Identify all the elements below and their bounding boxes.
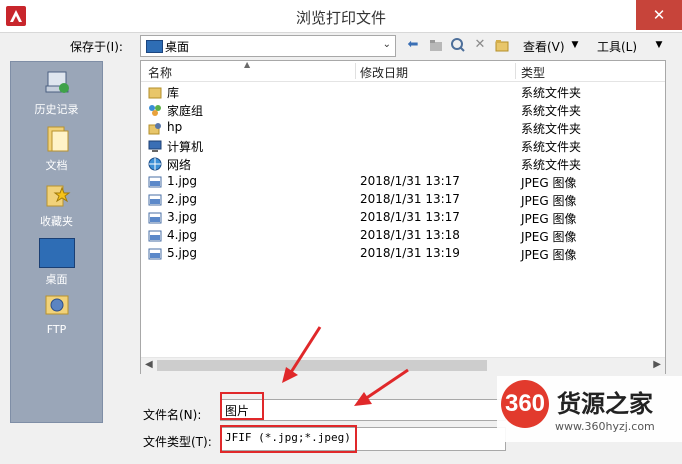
save-in-label: 保存于(I):	[70, 40, 123, 54]
annotation-highlight-filetype	[220, 425, 357, 453]
file-row[interactable]: 网络 系统文件夹	[141, 155, 665, 173]
close-button[interactable]: ✕	[636, 0, 682, 30]
file-row[interactable]: 2.jpg 2018/1/31 13:17 JPEG 图像	[141, 191, 665, 209]
file-type: JPEG 图像	[521, 194, 577, 208]
scroll-right-icon[interactable]: ▶	[653, 359, 661, 370]
place-label: 文档	[45, 159, 68, 172]
places-sidebar: 历史记录 文档 收藏夹 桌面 FTP	[10, 61, 103, 423]
file-row[interactable]: 库 系统文件夹	[141, 83, 665, 101]
location-value: 桌面	[165, 40, 190, 54]
desktop-icon	[38, 238, 75, 268]
file-date: 2018/1/31 13:17	[360, 174, 460, 188]
place-favorites[interactable]: 收藏夹	[11, 180, 102, 229]
image-file-icon	[148, 247, 162, 261]
file-type: 系统文件夹	[521, 158, 582, 172]
file-type: 系统文件夹	[521, 140, 582, 154]
file-date: 2018/1/31 13:17	[360, 192, 460, 206]
file-name: 2.jpg	[167, 192, 198, 206]
computer-icon	[148, 139, 162, 153]
place-ftp[interactable]: FTP	[11, 290, 102, 336]
watermark-text: 货源之家	[557, 390, 653, 418]
file-type: JPEG 图像	[521, 248, 577, 262]
title-bar: 浏览打印文件 ✕	[0, 0, 682, 33]
window-title: 浏览打印文件	[295, 9, 386, 27]
place-label: 桌面	[45, 273, 68, 286]
file-name: 1.jpg	[167, 174, 198, 188]
annotation-highlight-filename	[220, 392, 264, 420]
column-header-date[interactable]: 修改日期	[360, 64, 408, 81]
desktop-icon	[146, 40, 163, 53]
sort-ascending-icon: ▲	[244, 60, 251, 69]
file-type: 系统文件夹	[521, 122, 582, 136]
history-icon	[42, 68, 72, 98]
file-list[interactable]: ▲ 名称 修改日期 类型 库系统文件夹 家庭组 系统文件夹 hp 系统文件夹 计算机 系统文…	[140, 60, 666, 374]
file-date: 2018/1/31 13:18	[360, 228, 460, 242]
file-type: JPEG 图像	[521, 230, 577, 244]
file-date: 2018/1/31 13:19	[360, 246, 460, 260]
file-type: JPEG 图像	[521, 212, 577, 226]
scroll-left-icon[interactable]: ◀	[145, 359, 153, 370]
back-arrow-icon[interactable]: ⬅	[405, 37, 421, 53]
favorites-icon	[42, 180, 72, 210]
file-row[interactable]: 5.jpg 2018/1/31 13:19 JPEG 图像	[141, 245, 665, 263]
annotation-arrow-icon	[282, 326, 322, 383]
place-desktop[interactable]: 桌面	[11, 238, 102, 287]
location-dropdown[interactable]: 桌面 ⌄	[140, 35, 396, 57]
filename-label: 文件名(N):	[143, 408, 202, 422]
file-row[interactable]: 计算机 系统文件夹	[141, 137, 665, 155]
column-separator[interactable]	[515, 63, 516, 79]
chevron-down-icon: ⌄	[382, 39, 391, 50]
file-row[interactable]: 1.jpg 2018/1/31 13:17 JPEG 图像	[141, 173, 665, 191]
image-file-icon	[148, 193, 162, 207]
search-web-icon[interactable]	[450, 37, 466, 53]
view-menu[interactable]: 查看(V)	[523, 38, 565, 55]
file-type: 系统文件夹	[521, 86, 582, 100]
place-label: FTP	[46, 323, 67, 336]
view-chevron-down-icon[interactable]: ▼	[567, 37, 583, 53]
file-row[interactable]: 3.jpg 2018/1/31 13:17 JPEG 图像	[141, 209, 665, 227]
network-icon	[148, 157, 162, 171]
file-name: 家庭组	[167, 104, 204, 118]
place-label: 历史记录	[34, 103, 79, 116]
watermark-url: www.360hyzj.com	[555, 420, 655, 433]
file-type: JPEG 图像	[521, 176, 577, 190]
annotation-arrow-icon	[354, 368, 409, 406]
file-date: 2018/1/31 13:17	[360, 210, 460, 224]
filetype-label: 文件类型(T):	[143, 435, 212, 449]
place-documents[interactable]: 文档	[11, 124, 102, 173]
file-name: 4.jpg	[167, 228, 198, 242]
image-file-icon	[148, 229, 162, 243]
homegroup-icon	[148, 103, 162, 117]
file-name: 5.jpg	[167, 246, 198, 260]
file-type: 系统文件夹	[521, 104, 582, 118]
watermark: 360 货源之家 www.360hyzj.com	[497, 376, 682, 442]
image-file-icon	[148, 211, 162, 225]
column-header-type[interactable]: 类型	[521, 64, 545, 81]
column-separator[interactable]	[355, 63, 356, 79]
file-name: hp	[167, 120, 183, 134]
tools-menu[interactable]: 工具(L)	[597, 38, 637, 55]
up-folder-icon[interactable]	[428, 37, 444, 53]
file-name: 计算机	[167, 140, 204, 154]
watermark-logo: 360	[501, 380, 549, 428]
library-icon	[148, 85, 162, 99]
file-row[interactable]: hp 系统文件夹	[141, 119, 665, 137]
file-name: 网络	[167, 158, 192, 172]
place-label: 收藏夹	[40, 215, 73, 228]
file-name: 3.jpg	[167, 210, 198, 224]
documents-icon	[42, 124, 72, 154]
delete-icon[interactable]: ✕	[472, 37, 488, 53]
column-header-name[interactable]: 名称	[148, 64, 172, 81]
tools-chevron-down-icon[interactable]: ▼	[651, 37, 667, 53]
file-row[interactable]: 4.jpg 2018/1/31 13:18 JPEG 图像	[141, 227, 665, 245]
file-name: 库	[167, 86, 180, 100]
place-history[interactable]: 历史记录	[11, 68, 102, 117]
image-file-icon	[148, 175, 162, 189]
file-list-header: ▲ 名称 修改日期 类型	[141, 60, 665, 82]
file-row[interactable]: 家庭组 系统文件夹	[141, 101, 665, 119]
ftp-icon	[42, 290, 72, 320]
new-folder-icon[interactable]	[494, 37, 510, 53]
user-folder-icon	[148, 121, 162, 135]
